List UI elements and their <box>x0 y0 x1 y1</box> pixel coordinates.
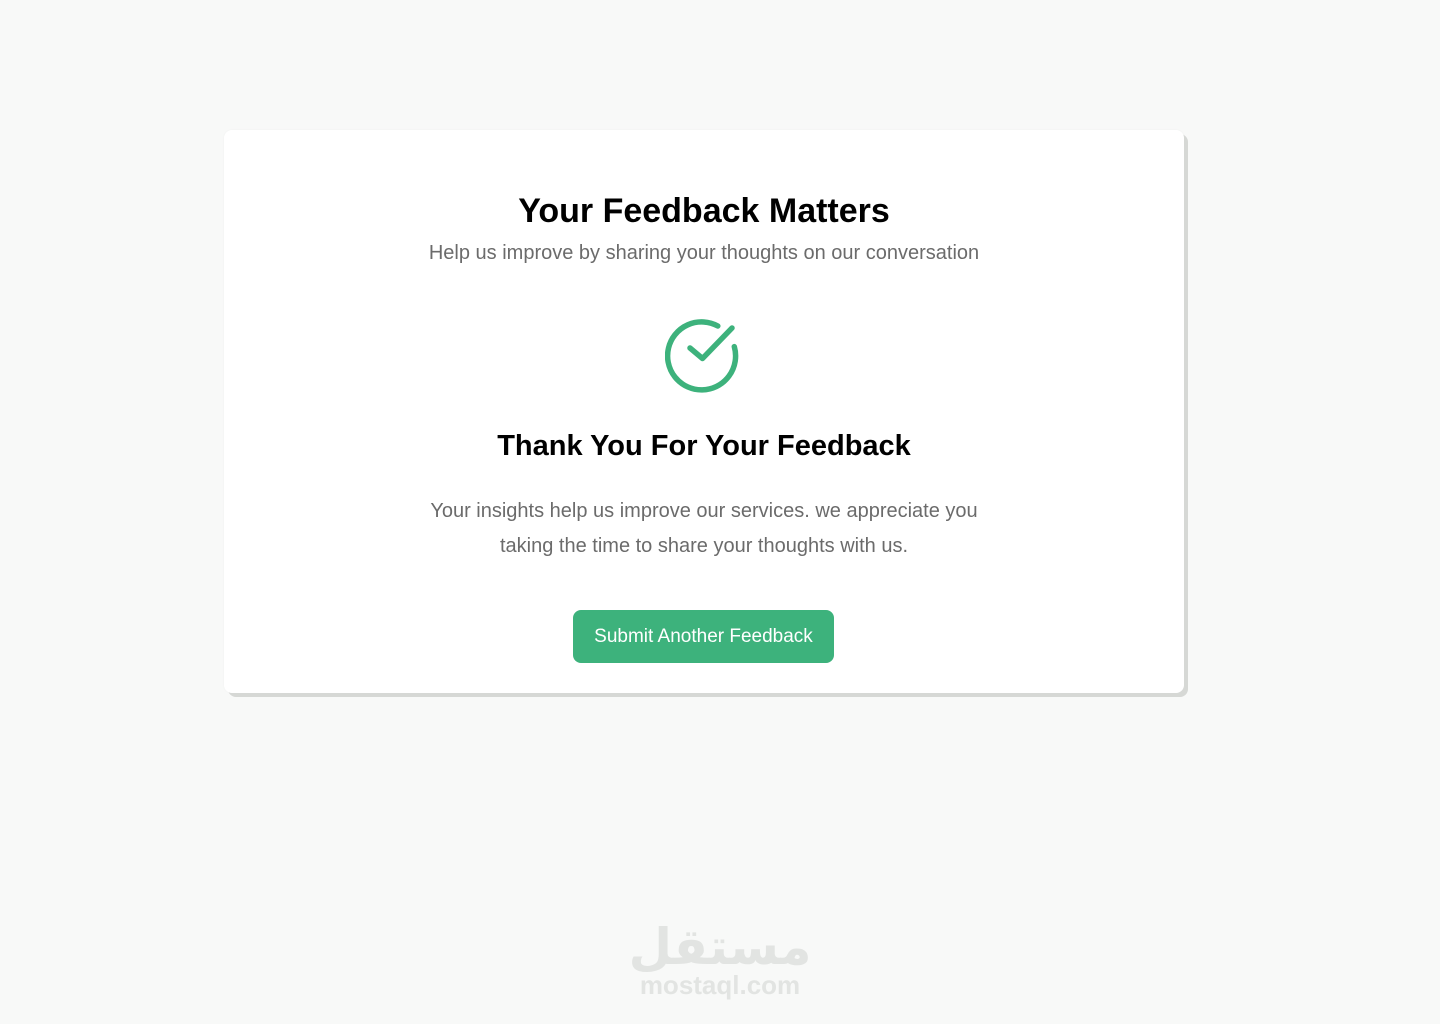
page-subtitle: Help us improve by sharing your thoughts… <box>428 242 980 264</box>
thank-you-message: Your insights help us improve our servic… <box>430 500 978 557</box>
mostaql-watermark: مستقل mostaql.com <box>620 918 820 1008</box>
thank-you-heading: Thank You For Your Feedback <box>497 430 911 462</box>
watermark-arabic-logo: مستقل <box>628 918 812 976</box>
submit-another-feedback-button[interactable]: Submit Another Feedback <box>573 610 834 663</box>
check-circle-icon <box>664 317 743 395</box>
watermark-domain: mostaql.com <box>639 970 801 1000</box>
page-title: Your Feedback Matters <box>518 192 890 230</box>
feedback-card: Your Feedback Matters Help us improve by… <box>224 130 1184 693</box>
